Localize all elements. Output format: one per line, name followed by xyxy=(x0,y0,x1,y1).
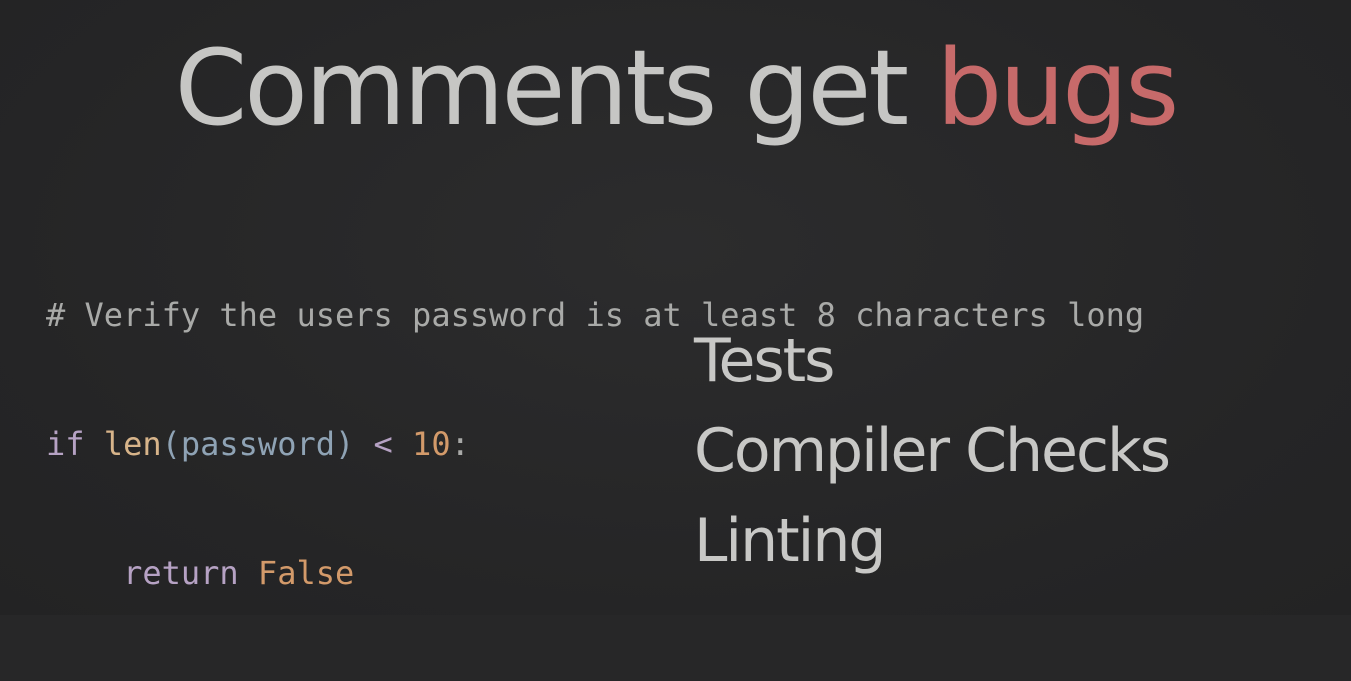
boolean-false: False xyxy=(257,554,355,592)
list-item-tests: Tests xyxy=(694,326,835,396)
open-paren: ( xyxy=(161,425,181,463)
operator-less-than: < xyxy=(373,425,393,463)
number-literal: 10 xyxy=(412,425,451,463)
close-paren: ) xyxy=(334,425,355,463)
list-item-compiler-checks: Compiler Checks xyxy=(694,416,1171,486)
colon: : xyxy=(450,425,470,463)
variable-password: password xyxy=(180,425,335,463)
slide-title: Comments get bugs xyxy=(0,18,1351,158)
remedy-list: Tests Compiler Checks Linting xyxy=(694,316,1171,586)
function-len: len xyxy=(103,425,162,463)
keyword-return: return xyxy=(123,554,239,592)
keyword-if: if xyxy=(46,425,85,463)
title-highlight: bugs xyxy=(936,27,1179,149)
title-prefix: Comments get xyxy=(174,27,937,149)
slide: Comments get bugs # Verify the users pas… xyxy=(0,0,1351,615)
list-item-linting: Linting xyxy=(694,506,886,576)
